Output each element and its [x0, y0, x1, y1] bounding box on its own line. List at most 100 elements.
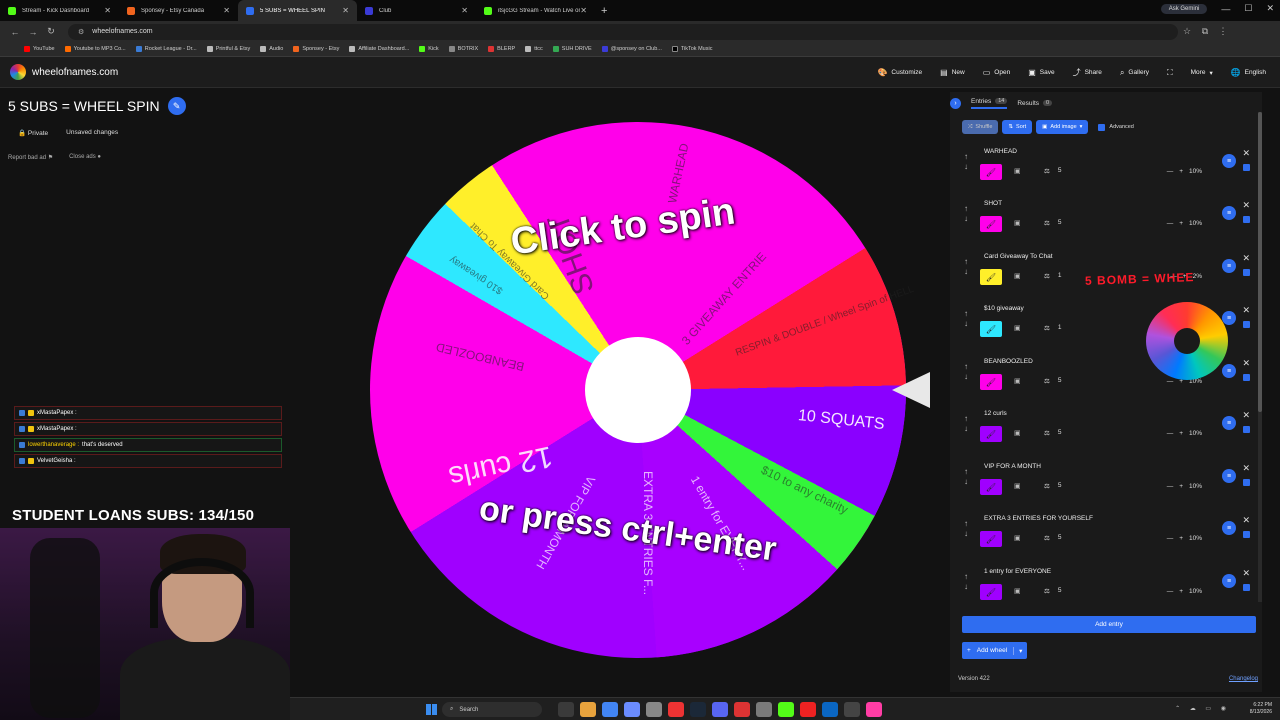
entry-name[interactable]: EXTRA 3 ENTRIES FOR YOURSELF: [984, 515, 1093, 522]
entry-row[interactable]: ↑ ↓ EXTRA 3 ENTRIES FOR YOURSELF 🖌 ▣ ⚖ 5— +10% ≡…: [962, 515, 1258, 567]
forward-icon[interactable]: →: [24, 27, 42, 37]
open-button[interactable]: ▭ Open: [983, 68, 1010, 77]
browser-tab[interactable]: itsjcGG Stream - Watch Live on ✕: [476, 0, 595, 21]
bookmark-item[interactable]: SUH DRIVE: [552, 46, 592, 52]
entry-weight-controls[interactable]: — +10%: [1167, 535, 1202, 542]
entry-row[interactable]: ↑ ↓ 12 curls 🖌 ▣ ⚖ 5— +10% ≡ ✕: [962, 410, 1258, 462]
bookmark-item[interactable]: @sponsey on Club...: [601, 46, 662, 52]
entry-enabled-checkbox[interactable]: [1243, 479, 1250, 486]
entry-row[interactable]: ↑ ↓ VIP FOR A MONTH 🖌 ▣ ⚖ 5— +10% ≡ ✕: [962, 463, 1258, 515]
site-name[interactable]: wheelofnames.com: [32, 67, 118, 78]
entry-weight[interactable]: ⚖ 1: [1044, 324, 1061, 332]
extensions-icon[interactable]: ⧉: [1196, 26, 1214, 37]
file-explorer-icon[interactable]: [580, 702, 596, 717]
add-entry-button[interactable]: Add entry: [962, 616, 1256, 633]
entry-options-icon[interactable]: ≡: [1222, 574, 1236, 588]
reorder-arrows-icon[interactable]: ↑ ↓: [964, 152, 968, 172]
entry-weight[interactable]: ⚖ 5: [1044, 429, 1061, 437]
reorder-arrows-icon[interactable]: ↑ ↓: [964, 414, 968, 434]
gallery-button[interactable]: ⌕ Gallery: [1120, 68, 1149, 78]
entry-enabled-checkbox[interactable]: [1243, 531, 1250, 538]
changelog-link[interactable]: Changelog: [1229, 676, 1258, 682]
entry-weight[interactable]: ⚖ 5: [1044, 587, 1061, 595]
entry-enabled-checkbox[interactable]: [1243, 164, 1250, 171]
bookmark-item[interactable]: Rocket League - Dr...: [135, 46, 197, 52]
entry-row[interactable]: ↑ ↓ 1 entry for EVERYONE 🖌 ▣ ⚖ 5— +10% ≡ ✕: [962, 568, 1258, 620]
wheel-logo-icon[interactable]: [10, 64, 26, 80]
entry-weight-controls[interactable]: — +10%: [1167, 168, 1202, 175]
bookmark-folder[interactable]: Printful & Etsy: [206, 46, 250, 52]
share-button[interactable]: ⤴ Share: [1073, 67, 1102, 78]
browser-tab-active[interactable]: 5 SUBS = WHEEL SPIN ✕: [238, 0, 357, 21]
bookmark-item[interactable]: BOTRIX: [448, 46, 478, 52]
browser-menu-icon[interactable]: ⋮: [1214, 26, 1232, 37]
entry-enabled-checkbox[interactable]: [1243, 269, 1250, 276]
entry-weight-controls[interactable]: — +10%: [1167, 220, 1202, 227]
entry-image-icon[interactable]: ▣: [1014, 272, 1021, 280]
save-button[interactable]: ▣ Save: [1028, 68, 1054, 77]
fullscreen-button[interactable]: ⛶: [1167, 68, 1173, 78]
entry-weight-controls[interactable]: — +10%: [1167, 588, 1202, 595]
entry-name[interactable]: WARHEAD: [984, 148, 1017, 155]
url-field[interactable]: ⚙ wheelofnames.com: [68, 23, 1178, 40]
close-tab-icon[interactable]: ✕: [580, 6, 587, 15]
close-ads-link[interactable]: Close ads ●: [69, 154, 101, 161]
reorder-arrows-icon[interactable]: ↑ ↓: [964, 362, 968, 382]
tab-entries[interactable]: Entries 14: [971, 98, 1008, 109]
taskbar-clock[interactable]: 6:22 PM 8/13/2026: [1250, 702, 1272, 716]
entry-image-icon[interactable]: ▣: [1014, 219, 1021, 227]
entry-options-icon[interactable]: ≡: [1222, 259, 1236, 273]
entry-color-swatch[interactable]: 🖌: [980, 426, 1002, 442]
entry-weight[interactable]: ⚖ 5: [1044, 377, 1061, 385]
entry-weight[interactable]: ⚖ 5: [1044, 534, 1061, 542]
entry-image-icon[interactable]: ▣: [1014, 587, 1021, 595]
delete-entry-icon[interactable]: ✕: [1242, 358, 1250, 369]
entry-color-swatch[interactable]: 🖌: [980, 269, 1002, 285]
reorder-arrows-icon[interactable]: ↑ ↓: [964, 467, 968, 487]
entry-image-icon[interactable]: ▣: [1014, 167, 1021, 175]
edit-title-icon[interactable]: ✎: [167, 97, 186, 115]
more-button[interactable]: More ▾: [1191, 69, 1213, 77]
advanced-toggle[interactable]: Advanced: [1098, 123, 1134, 131]
entry-color-swatch[interactable]: 🖌: [980, 531, 1002, 547]
delete-entry-icon[interactable]: ✕: [1242, 253, 1250, 264]
reorder-arrows-icon[interactable]: ↑ ↓: [964, 519, 968, 539]
entry-enabled-checkbox[interactable]: [1243, 584, 1250, 591]
shuffle-button[interactable]: ⤮ Shuffle: [962, 120, 999, 134]
discord-icon[interactable]: [712, 702, 728, 717]
entry-image-icon[interactable]: ▣: [1014, 429, 1021, 437]
entry-color-swatch[interactable]: 🖌: [980, 164, 1002, 180]
add-wheel-button[interactable]: + Add wheel ▾: [962, 642, 1028, 659]
wheel-center-hub[interactable]: [585, 337, 691, 443]
bookmark-item[interactable]: YouTube: [24, 46, 55, 52]
minimize-icon[interactable]: —: [1221, 4, 1230, 14]
entry-name[interactable]: 1 entry for EVERYONE: [984, 568, 1051, 575]
taskbar-app-icon[interactable]: [558, 702, 574, 717]
reload-icon[interactable]: ↻: [42, 26, 60, 37]
taskbar-app-icon[interactable]: [800, 702, 816, 717]
entry-row[interactable]: ↑ ↓ WARHEAD 🖌 ▣ ⚖ 5— +10% ≡ ✕: [962, 148, 1258, 200]
entry-options-icon[interactable]: ≡: [1222, 206, 1236, 220]
delete-entry-icon[interactable]: ✕: [1242, 148, 1250, 159]
bookmark-item[interactable]: BLERP: [488, 46, 515, 52]
bookmark-folder[interactable]: Audio: [260, 46, 283, 52]
sort-button[interactable]: ⇅ Sort: [1002, 120, 1033, 134]
delete-entry-icon[interactable]: ✕: [1242, 305, 1250, 316]
entry-name[interactable]: 12 curls: [984, 410, 1007, 417]
entry-image-icon[interactable]: ▣: [1014, 324, 1021, 332]
close-tab-icon[interactable]: ✕: [461, 6, 468, 15]
taskbar-app-icon[interactable]: [756, 702, 772, 717]
bookmark-star-icon[interactable]: ☆: [1178, 26, 1196, 37]
system-tray[interactable]: ⌃ ☁ ▭ ◉: [1175, 705, 1230, 712]
entry-weight[interactable]: ⚖ 5: [1044, 219, 1061, 227]
reorder-arrows-icon[interactable]: ↑ ↓: [964, 204, 968, 224]
entry-image-icon[interactable]: ▣: [1014, 377, 1021, 385]
entry-enabled-checkbox[interactable]: [1243, 426, 1250, 433]
delete-entry-icon[interactable]: ✕: [1242, 200, 1250, 211]
maximize-icon[interactable]: ☐: [1244, 3, 1252, 14]
bookmark-item[interactable]: TikTok Music: [671, 46, 712, 52]
tab-results[interactable]: Results 0: [1017, 100, 1053, 107]
taskbar-app-icon[interactable]: [646, 702, 662, 717]
taskbar-app-icon[interactable]: [778, 702, 794, 717]
taskbar-app-icon[interactable]: [866, 702, 882, 717]
